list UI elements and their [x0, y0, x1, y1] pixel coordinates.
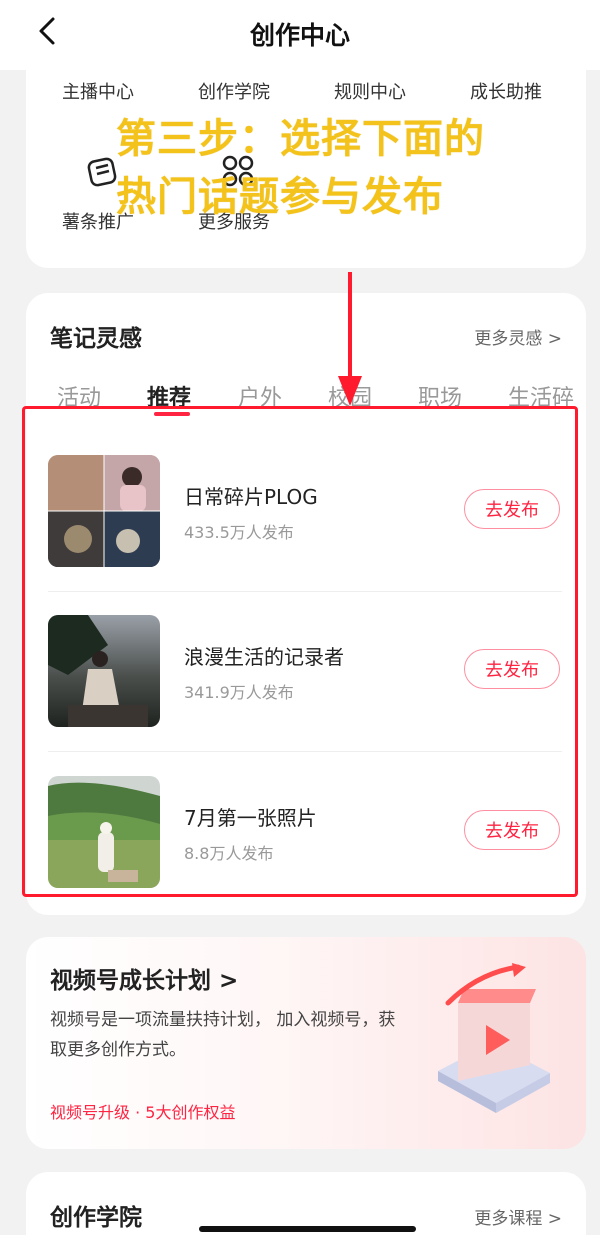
- service-rules-center[interactable]: 规则中心: [334, 78, 406, 104]
- video-plan-description: 视频号是一项流量扶持计划， 加入视频号，获取更多创作方式。: [50, 1010, 396, 1060]
- video-plan-title[interactable]: 视频号成长计划 >: [50, 961, 238, 995]
- service-growth-boost[interactable]: 成长助推: [470, 78, 542, 104]
- services-card: 主播中心 创作学院 规则中心 成长助推 薯条推广 更多服务: [26, 62, 586, 268]
- video-plan-card[interactable]: 视频号成长计划 > 视频号是一项流量扶持计划， 加入视频号，获取更多创作方式。 …: [26, 937, 586, 1149]
- service-creator-academy[interactable]: 创作学院: [198, 78, 270, 104]
- more-courses-link[interactable]: 更多课程 >: [474, 1204, 562, 1229]
- service-streamer-center[interactable]: 主播中心: [62, 78, 134, 104]
- instruction-overlay-line1: 第三步：选择下面的: [116, 116, 485, 162]
- academy-title: 创作学院: [50, 1205, 142, 1231]
- inspiration-title: 笔记灵感: [50, 326, 142, 352]
- video-play-illustration-icon: [438, 963, 550, 1113]
- video-upgrade-link[interactable]: 视频号升级 · 5大创作权益: [50, 1099, 235, 1123]
- home-indicator: [199, 1226, 416, 1232]
- highlight-box: [22, 406, 578, 897]
- arrow-down-icon: [338, 272, 362, 406]
- more-inspiration-link[interactable]: 更多灵感 >: [474, 324, 562, 349]
- top-nav-bar: 创作中心: [0, 0, 600, 70]
- instruction-overlay-line2: 热门话题参与发布: [116, 174, 444, 220]
- page-title: 创作中心: [249, 21, 350, 50]
